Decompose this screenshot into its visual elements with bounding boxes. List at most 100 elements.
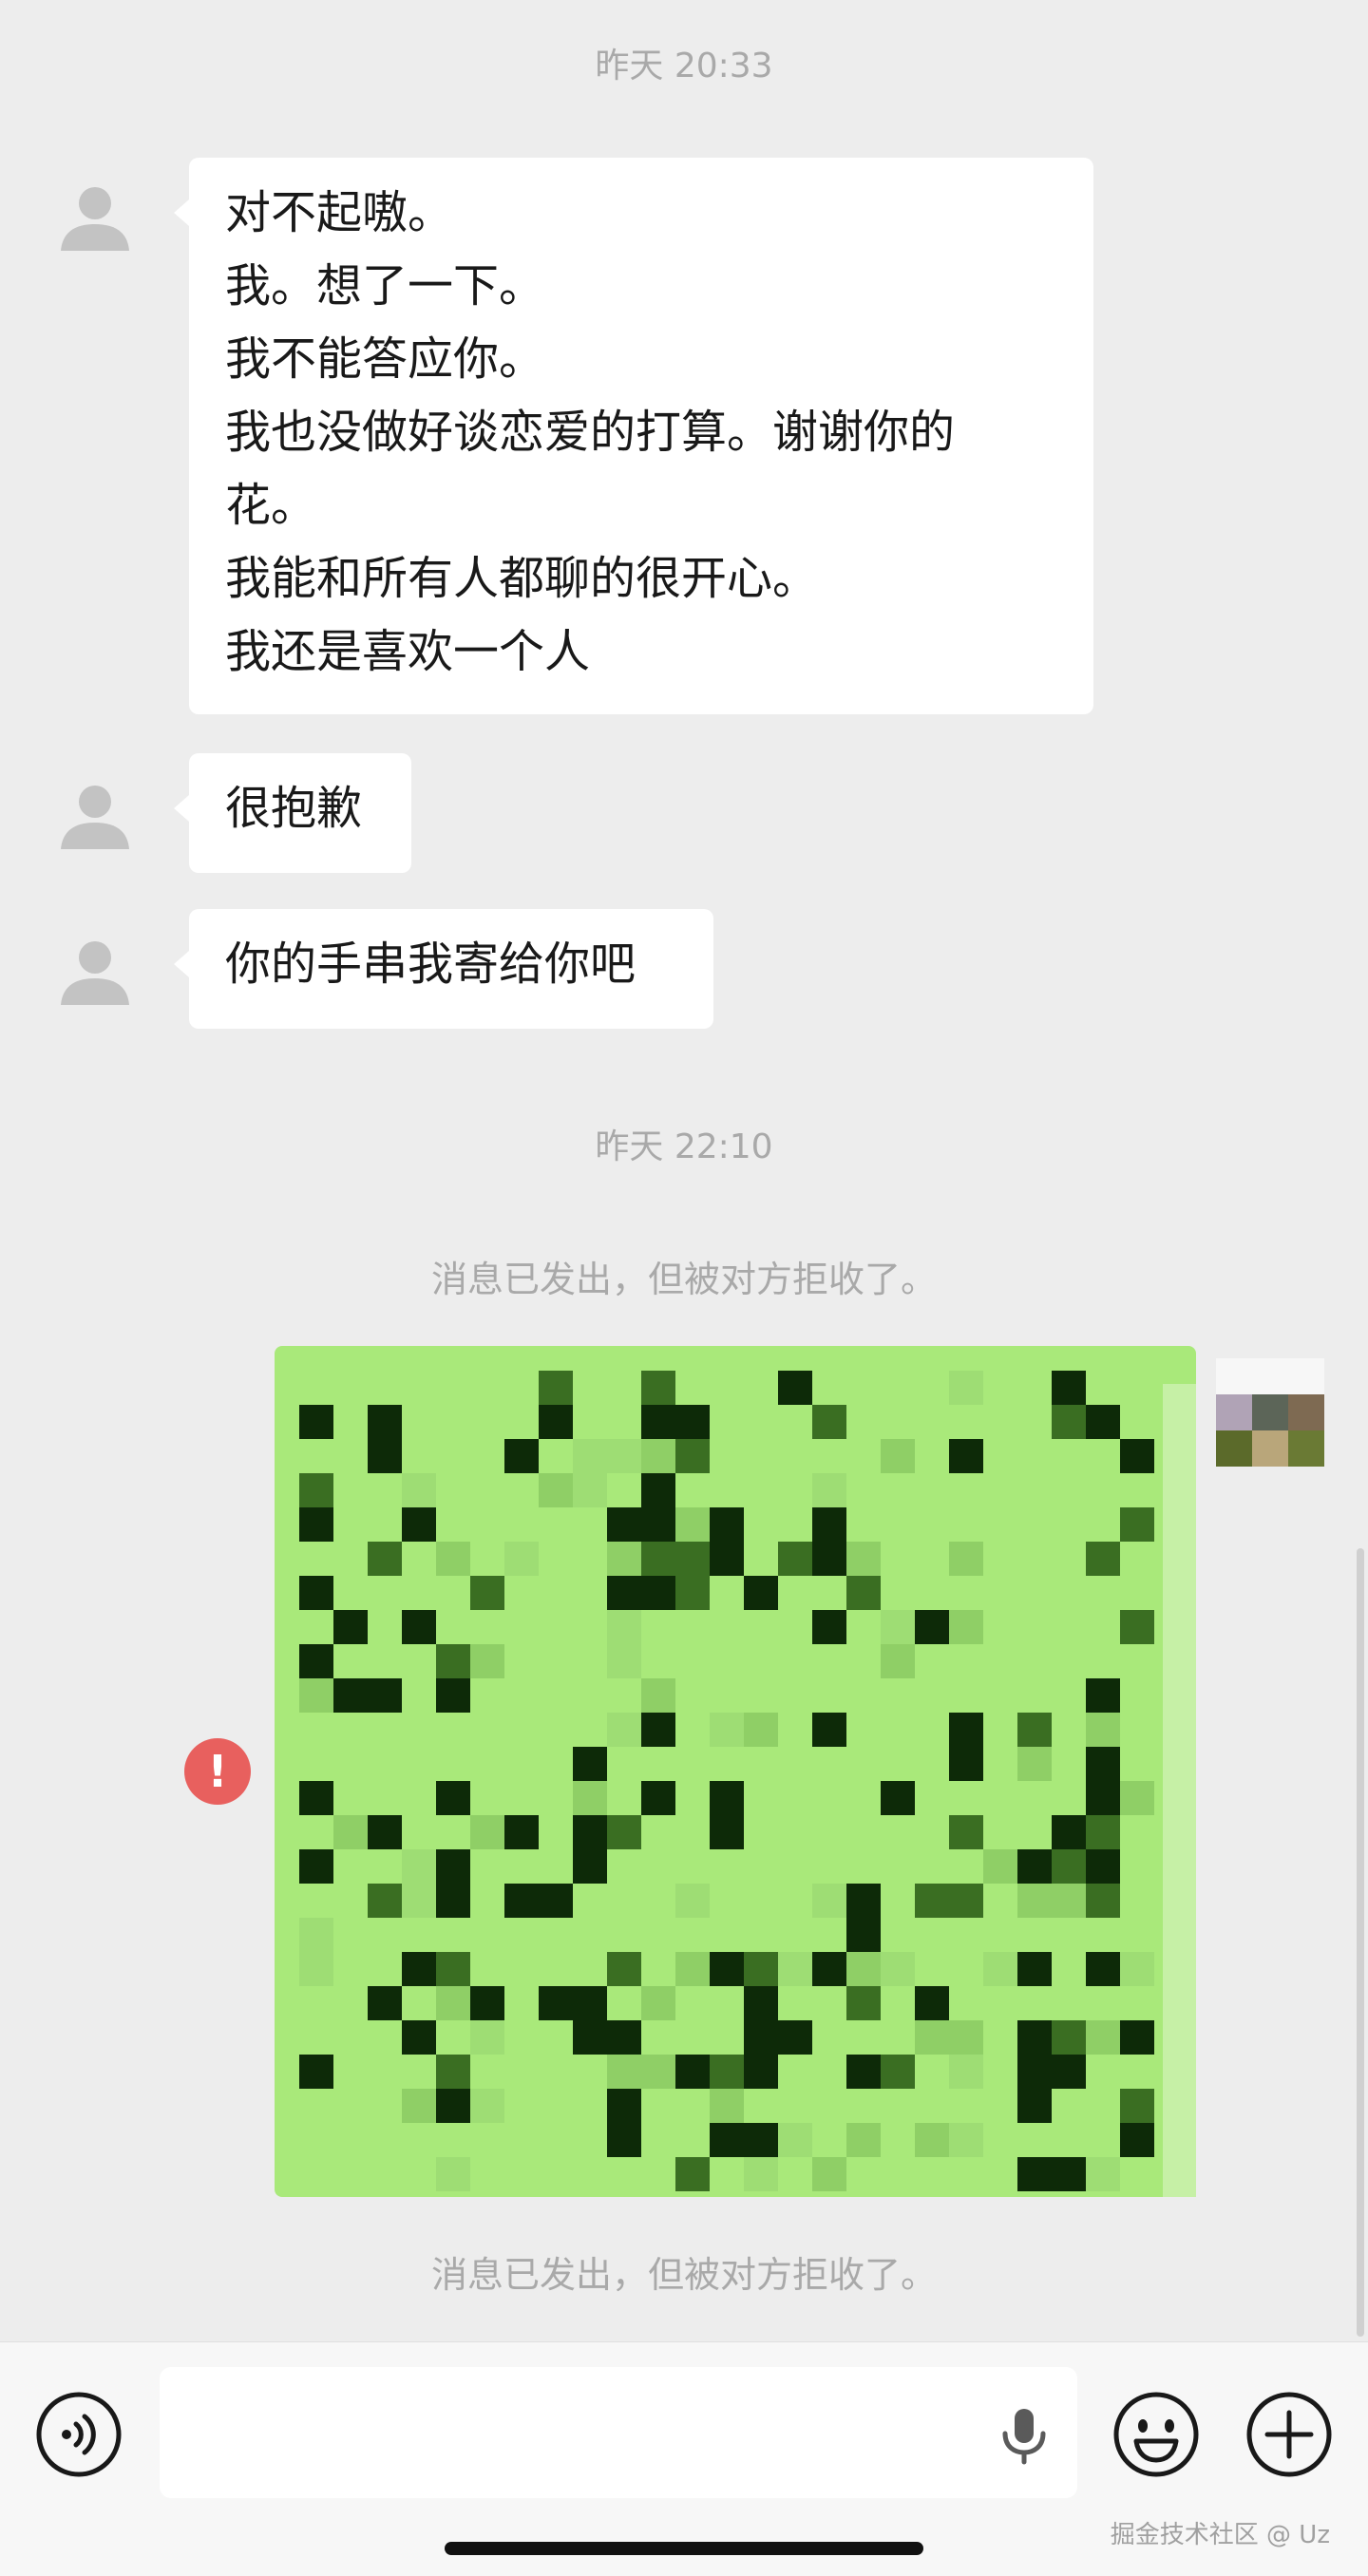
message-line: 花。 <box>225 479 317 532</box>
mosaic-block <box>1086 1815 1120 1849</box>
plus-icon <box>1246 2392 1332 2477</box>
mosaic-block <box>1086 1542 1120 1576</box>
mosaic-block <box>641 1473 675 1507</box>
message-line: 对不起嗷。 <box>225 186 454 239</box>
mosaic-block <box>1120 1507 1154 1542</box>
sent-image-message[interactable] <box>275 1346 1196 2197</box>
mosaic-block <box>744 2157 778 2191</box>
mosaic-block <box>641 1713 675 1747</box>
microphone-icon[interactable] <box>998 2405 1051 2466</box>
mosaic-block <box>607 1439 641 1473</box>
mosaic-block <box>1017 2020 1052 2055</box>
mosaic-block <box>641 1781 675 1815</box>
mosaic-block <box>949 2123 983 2157</box>
mosaic-block <box>1052 2157 1086 2191</box>
mosaic-block <box>1120 2123 1154 2157</box>
mosaic-block <box>436 1644 470 1678</box>
voice-mode-button[interactable] <box>34 2390 124 2479</box>
contact-avatar[interactable] <box>49 925 141 1016</box>
mosaic-block <box>504 1542 539 1576</box>
mosaic-block <box>1017 2157 1052 2191</box>
mosaic-block <box>675 1507 710 1542</box>
mosaic-block <box>675 2055 710 2089</box>
mosaic-block <box>778 2123 812 2157</box>
mosaic-block <box>949 1884 983 1918</box>
mosaic-block <box>1086 1747 1120 1781</box>
mosaic-block <box>402 1507 436 1542</box>
message-line: 我。想了一下。 <box>225 259 545 313</box>
mosaic-block <box>1120 1952 1154 1986</box>
contact-avatar[interactable] <box>49 769 141 861</box>
mosaic-block <box>744 2020 778 2055</box>
mosaic-block <box>436 1986 470 2020</box>
mosaic-block <box>983 1952 1017 1986</box>
mosaic-block <box>675 1405 710 1439</box>
mosaic-block <box>299 1849 333 1884</box>
mosaic-block <box>846 1918 881 1952</box>
rejected-notice: 消息已发出，但被对方拒收了。 <box>430 2254 937 2296</box>
mosaic-block <box>1086 1713 1120 1747</box>
mosaic-block <box>607 1713 641 1747</box>
mosaic-block <box>539 1986 573 2020</box>
mosaic-block <box>1120 1610 1154 1644</box>
mosaic-block <box>1086 1678 1120 1713</box>
mosaic-block <box>299 1918 333 1952</box>
mosaic-block <box>949 2020 983 2055</box>
mosaic-block <box>949 1439 983 1473</box>
mosaic-block <box>607 2055 641 2089</box>
mosaic-block <box>607 2123 641 2157</box>
mosaic-block <box>368 1986 402 2020</box>
pixelated-avatar-icon <box>1216 1358 1324 1467</box>
home-indicator[interactable] <box>445 2542 923 2555</box>
mosaic-block <box>778 1371 812 1405</box>
mosaic-block <box>1120 2020 1154 2055</box>
mosaic-block <box>915 1884 949 1918</box>
mosaic-block <box>333 1815 368 1849</box>
mosaic-block <box>607 1610 641 1644</box>
emoji-button[interactable] <box>1112 2390 1201 2479</box>
mosaic-block <box>915 2020 949 2055</box>
mosaic-block <box>504 1439 539 1473</box>
mosaic-block <box>675 1952 710 1986</box>
mosaic-block <box>812 1405 846 1439</box>
message-bubble[interactable]: 你的手串我寄给你吧 <box>174 909 713 1029</box>
message-line: 我也没做好谈恋爱的打算。谢谢你的 <box>225 406 956 459</box>
mosaic-block <box>436 2157 470 2191</box>
mosaic-block <box>402 1952 436 1986</box>
mosaic-block <box>710 1815 744 1849</box>
mosaic-block <box>1086 1952 1120 1986</box>
mosaic-block <box>299 2055 333 2089</box>
message-bubble[interactable]: 很抱歉 <box>174 753 411 873</box>
message-bubble[interactable]: 对不起嗷。 我。想了一下。 我不能答应你。 我也没做好谈恋爱的打算。谢谢你的 花… <box>174 158 1093 714</box>
send-failed-icon[interactable]: ! <box>184 1738 251 1805</box>
mosaic-block <box>1086 1849 1120 1884</box>
mosaic-block <box>915 1610 949 1644</box>
mosaic-block <box>1120 2089 1154 2123</box>
mosaic-block <box>949 1747 983 1781</box>
mosaic-block <box>368 1678 402 1713</box>
mosaic-block <box>299 1576 333 1610</box>
mosaic-block <box>573 1473 607 1507</box>
timestamp: 昨天 22:10 <box>595 1127 773 1166</box>
mosaic-block <box>607 1815 641 1849</box>
scrollbar[interactable] <box>1357 1548 1364 2337</box>
mosaic-block <box>744 2123 778 2157</box>
mosaic-block <box>641 1678 675 1713</box>
contact-avatar[interactable] <box>49 171 141 262</box>
mosaic-block <box>402 1884 436 1918</box>
mosaic-block <box>1017 1849 1052 1884</box>
my-avatar[interactable] <box>1216 1358 1324 1467</box>
mosaic-block <box>812 1610 846 1644</box>
mosaic-block <box>710 1781 744 1815</box>
mosaic-block <box>641 1576 675 1610</box>
mosaic-block <box>470 1644 504 1678</box>
mosaic-block <box>368 1815 402 1849</box>
message-input[interactable] <box>160 2367 1077 2498</box>
mosaic-block <box>949 1610 983 1644</box>
mosaic-block <box>1086 1405 1120 1439</box>
more-options-button[interactable] <box>1244 2390 1334 2479</box>
mosaic-block <box>812 1713 846 1747</box>
mosaic-block <box>1120 1439 1154 1473</box>
message-line: 很抱歉 <box>225 782 363 835</box>
mosaic-block <box>881 1610 915 1644</box>
